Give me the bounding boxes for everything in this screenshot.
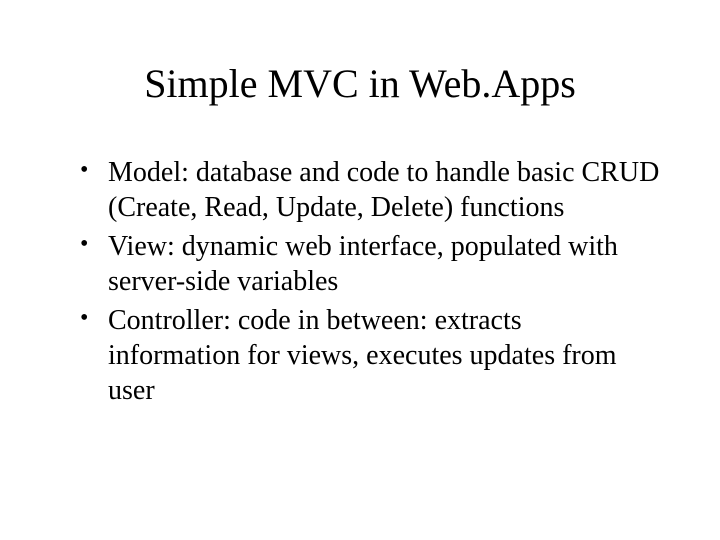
slide-title: Simple MVC in Web.Apps [60, 60, 660, 107]
list-item: Controller: code in between: extracts in… [80, 303, 660, 408]
list-item: View: dynamic web interface, populated w… [80, 229, 660, 299]
list-item: Model: database and code to handle basic… [80, 155, 660, 225]
bullet-list: Model: database and code to handle basic… [60, 155, 660, 408]
